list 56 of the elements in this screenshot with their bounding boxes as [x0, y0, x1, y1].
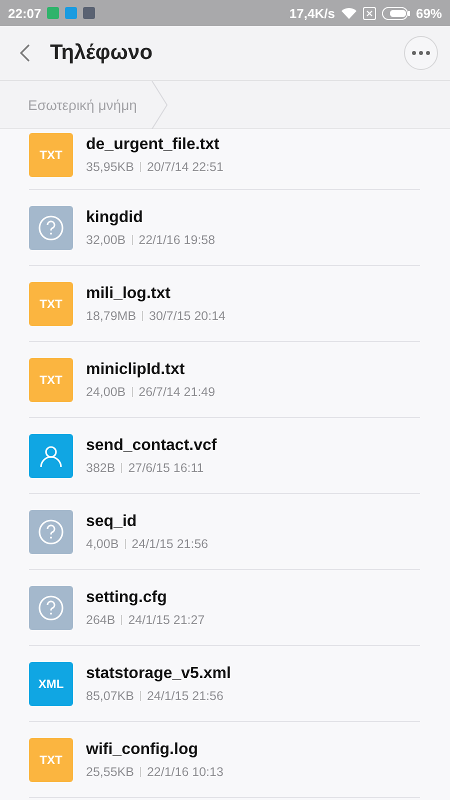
- file-row[interactable]: TXT de_urgent_file.txt 35,95KB 20/7/14 22:51: [29, 121, 420, 190]
- file-row[interactable]: setting.cfg 264B 24/1/15 21:27: [29, 570, 420, 646]
- file-name: wifi_config.log: [86, 740, 199, 758]
- file-type-badge: TXT: [29, 738, 73, 782]
- file-row[interactable]: kingdid 32,00B 22/1/16 19:58: [29, 190, 420, 266]
- file-size: 264B: [86, 612, 116, 626]
- more-button[interactable]: [404, 36, 438, 70]
- file-size: 18,79MB: [86, 308, 136, 322]
- file-row[interactable]: seq_id 4,00B 24/1/15 21:56: [29, 494, 420, 570]
- back-icon: [20, 44, 30, 62]
- question-mark-icon: [38, 518, 64, 544]
- file-name: mili_log.txt: [86, 284, 172, 302]
- file-size: 32,00B: [86, 232, 126, 246]
- no-sim-icon: [362, 6, 376, 20]
- file-type-badge: TXT: [29, 133, 73, 177]
- question-mark-icon: [38, 214, 64, 240]
- file-date: 20/7/14 22:51: [146, 160, 224, 174]
- file-name: seq_id: [86, 512, 138, 530]
- file-row[interactable]: XML statstorage_v5.xml 85,07KB 24/1/15 21:56: [29, 646, 420, 722]
- file-name: setting.cfg: [86, 588, 168, 606]
- file-date: 22/1/16 10:13: [146, 764, 224, 778]
- file-date: 27/6/15 16:11: [128, 460, 204, 474]
- file-name: send_contact.vcf: [86, 436, 217, 454]
- file-size: 35,95KB: [86, 160, 134, 174]
- file-size: 24,00B: [86, 384, 126, 398]
- wifi-icon: [340, 6, 357, 20]
- person-icon: [39, 444, 63, 468]
- file-name: miniclipId.txt: [86, 360, 186, 378]
- file-name: de_urgent_file.txt: [86, 136, 220, 154]
- file-name: kingdid: [86, 208, 144, 226]
- battery-percent: 69%: [416, 6, 442, 20]
- file-size: 382B: [86, 460, 116, 474]
- file-row[interactable]: TXT miniclipId.txt 24,00B 26/7/14 21:49: [29, 342, 420, 418]
- file-date: 26/7/14 21:49: [138, 384, 216, 398]
- question-mark-icon: [38, 594, 64, 620]
- screen-title: Τηλέφωνο: [50, 41, 154, 65]
- file-type-badge: TXT: [29, 358, 73, 402]
- file-size: 25,55KB: [86, 764, 134, 778]
- file-date: 24/1/15 21:56: [132, 536, 208, 550]
- file-size: 4,00B: [86, 536, 119, 550]
- file-row[interactable]: TXT mili_log.txt 18,79MB 30/7/15 20:14: [29, 266, 420, 342]
- network-speed: 17,4K/s: [289, 6, 335, 20]
- file-name: statstorage_v5.xml: [86, 664, 231, 682]
- battery-icon: [382, 6, 410, 20]
- more-icon: [412, 51, 430, 55]
- clock: 22:07: [8, 6, 42, 20]
- file-date: 24/1/15 21:27: [128, 612, 205, 626]
- file-row[interactable]: send_contact.vcf 382B 27/6/15 16:11: [29, 418, 420, 494]
- file-type-badge: XML: [29, 662, 73, 706]
- back-button[interactable]: [20, 44, 30, 62]
- file-date: 22/1/16 19:58: [138, 232, 216, 246]
- file-size: 85,07KB: [86, 688, 134, 702]
- file-date: 30/7/15 20:14: [149, 308, 226, 322]
- file-date: 24/1/15 21:56: [146, 688, 224, 702]
- file-row[interactable]: TXT wifi_config.log 25,55KB 22/1/16 10:13: [29, 722, 420, 798]
- file-type-badge: TXT: [29, 282, 73, 326]
